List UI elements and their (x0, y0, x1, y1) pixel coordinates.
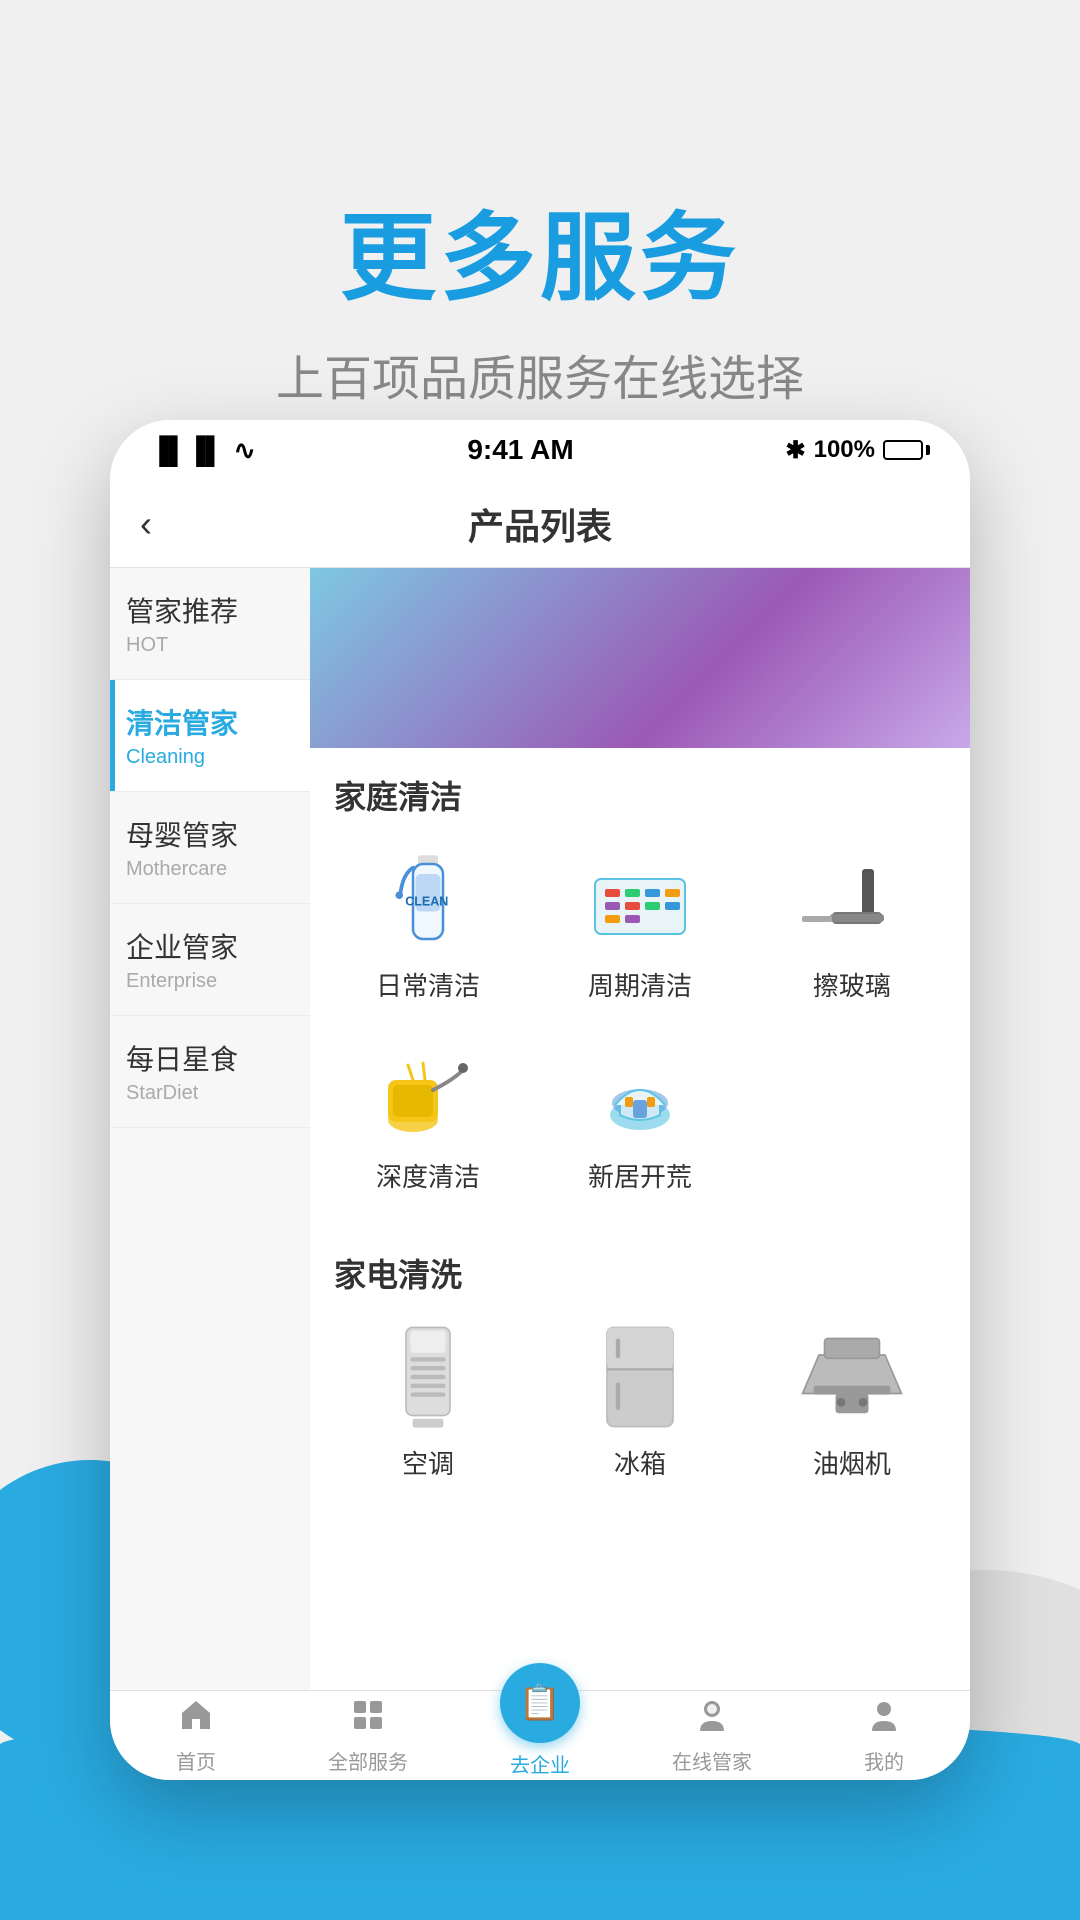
item-label-1-1: 冰箱 (614, 1444, 666, 1481)
item-label-0-4: 新居开荒 (588, 1157, 692, 1194)
item-label-0-0: 日常清洁 (376, 966, 480, 1003)
items-grid-1: 空调 冰箱 油烟机 (310, 1306, 970, 1513)
items-grid-0: CLEAN 日常清洁 周期清洁 (310, 828, 970, 1226)
header-title: 更多服务 (0, 180, 1080, 319)
item-label-0-3: 深度清洁 (376, 1157, 480, 1194)
sidebar-item-sub-cleaning: Cleaning (126, 746, 294, 769)
grid-item-1-2[interactable]: 油烟机 (746, 1306, 958, 1497)
sidebar-item-main-enterprise: 企业管家 (126, 926, 294, 966)
bottom-nav-item-services[interactable]: 全部服务 (282, 1697, 454, 1775)
battery-percent: 100% (814, 436, 875, 464)
item-label-0-1: 周期清洁 (588, 966, 692, 1003)
grid-item-0-0[interactable]: CLEAN 日常清洁 (322, 828, 534, 1019)
sidebar-item-sub-enterprise: Enterprise (126, 970, 294, 993)
battery-tip (926, 445, 930, 455)
sidebar-item-guanjia[interactable]: 管家推荐 HOT (110, 568, 310, 680)
banner (310, 568, 970, 748)
sidebar-item-sub-stardiet: StarDiet (126, 1082, 294, 1105)
svg-text:CLEAN: CLEAN (405, 894, 448, 908)
item-label-1-2: 油烟机 (813, 1444, 891, 1481)
item-icon-0-3 (373, 1035, 483, 1145)
bottom-nav: 首页 全部服务 📋 去企业 在线管家 我的 (110, 1690, 970, 1780)
bottom-nav-icon-manager (694, 1697, 730, 1742)
center-btn-label: 去企业 (510, 1749, 570, 1778)
bottom-nav-label-manager: 在线管家 (672, 1746, 752, 1775)
nav-bar: ‹ 产品列表 (110, 480, 970, 568)
item-icon-1-0 (373, 1322, 483, 1432)
item-icon-0-4 (585, 1035, 695, 1145)
item-icon-1-2 (797, 1322, 907, 1432)
item-icon-1-1 (585, 1322, 695, 1432)
bottom-nav-item-home[interactable]: 首页 (110, 1697, 282, 1775)
sidebar-item-sub-mothercare: Mothercare (126, 858, 294, 881)
section-title-1: 家电清洗 (310, 1226, 970, 1306)
wifi-icon: ∿ (234, 435, 256, 466)
signal-icon: ▐▌▐▌ (150, 435, 224, 466)
bottom-nav-icon-mine (866, 1697, 902, 1742)
sidebar: 管家推荐 HOT 清洁管家 Cleaning 母婴管家 Mothercare 企… (110, 568, 310, 1690)
sidebar-item-main-guanjia: 管家推荐 (126, 590, 294, 630)
grid-item-1-0[interactable]: 空调 (322, 1306, 534, 1497)
sidebar-item-cleaning[interactable]: 清洁管家 Cleaning (110, 680, 310, 792)
battery-body (883, 440, 923, 460)
grid-item-0-2[interactable]: 擦玻璃 (746, 828, 958, 1019)
bottom-nav-label-services: 全部服务 (328, 1746, 408, 1775)
status-time: 9:41 AM (467, 434, 573, 466)
bottom-nav-icon-home (178, 1697, 214, 1742)
bottom-nav-icon-services (350, 1697, 386, 1742)
item-icon-0-1 (585, 844, 695, 954)
center-btn[interactable]: 📋 (500, 1663, 580, 1743)
sidebar-item-sub-guanjia: HOT (126, 634, 294, 657)
right-content: 家庭清洁 CLEAN 日常清洁 (310, 568, 970, 1690)
bottom-nav-label-home: 首页 (176, 1746, 216, 1775)
item-icon-0-0: CLEAN (373, 844, 483, 954)
grid-item-0-4[interactable]: 新居开荒 (534, 1019, 746, 1210)
sidebar-item-stardiet[interactable]: 每日星食 StarDiet (110, 1016, 310, 1128)
sidebar-item-main-cleaning: 清洁管家 (126, 702, 294, 742)
item-icon-0-2 (797, 844, 907, 954)
item-label-0-2: 擦玻璃 (813, 966, 891, 1003)
status-signal: ▐▌▐▌ ∿ (150, 435, 255, 466)
status-bar: ▐▌▐▌ ∿ 9:41 AM ✱ 100% (110, 420, 970, 480)
nav-title: 产品列表 (468, 498, 612, 550)
grid-item-0-1[interactable]: 周期清洁 (534, 828, 746, 1019)
bottom-nav-label-mine: 我的 (864, 1746, 904, 1775)
phone-frame: ▐▌▐▌ ∿ 9:41 AM ✱ 100% ‹ 产品列表 管家推荐 HOT 清洁… (110, 420, 970, 1780)
sidebar-item-main-mothercare: 母婴管家 (126, 814, 294, 854)
sidebar-item-mothercare[interactable]: 母婴管家 Mothercare (110, 792, 310, 904)
item-label-1-0: 空调 (402, 1444, 454, 1481)
bottom-nav-item-manager[interactable]: 在线管家 (626, 1697, 798, 1775)
battery-icon (883, 440, 930, 460)
grid-item-0-3[interactable]: 深度清洁 (322, 1019, 534, 1210)
status-battery-area: ✱ 100% (786, 436, 931, 465)
sidebar-item-main-stardiet: 每日星食 (126, 1038, 294, 1078)
back-button[interactable]: ‹ (140, 503, 152, 545)
bottom-nav-item-enterprise[interactable]: 📋 去企业 (454, 1693, 626, 1778)
center-btn-icon: 📋 (519, 1683, 561, 1723)
sidebar-item-enterprise[interactable]: 企业管家 Enterprise (110, 904, 310, 1016)
header-section: 更多服务 上百项品质服务在线选择 (0, 0, 1080, 489)
grid-item-1-1[interactable]: 冰箱 (534, 1306, 746, 1497)
section-title-0: 家庭清洁 (310, 748, 970, 828)
bluetooth-icon: ✱ (786, 436, 806, 465)
bottom-nav-item-mine[interactable]: 我的 (798, 1697, 970, 1775)
header-subtitle: 上百项品质服务在线选择 (0, 339, 1080, 409)
content-area: 管家推荐 HOT 清洁管家 Cleaning 母婴管家 Mothercare 企… (110, 568, 970, 1690)
